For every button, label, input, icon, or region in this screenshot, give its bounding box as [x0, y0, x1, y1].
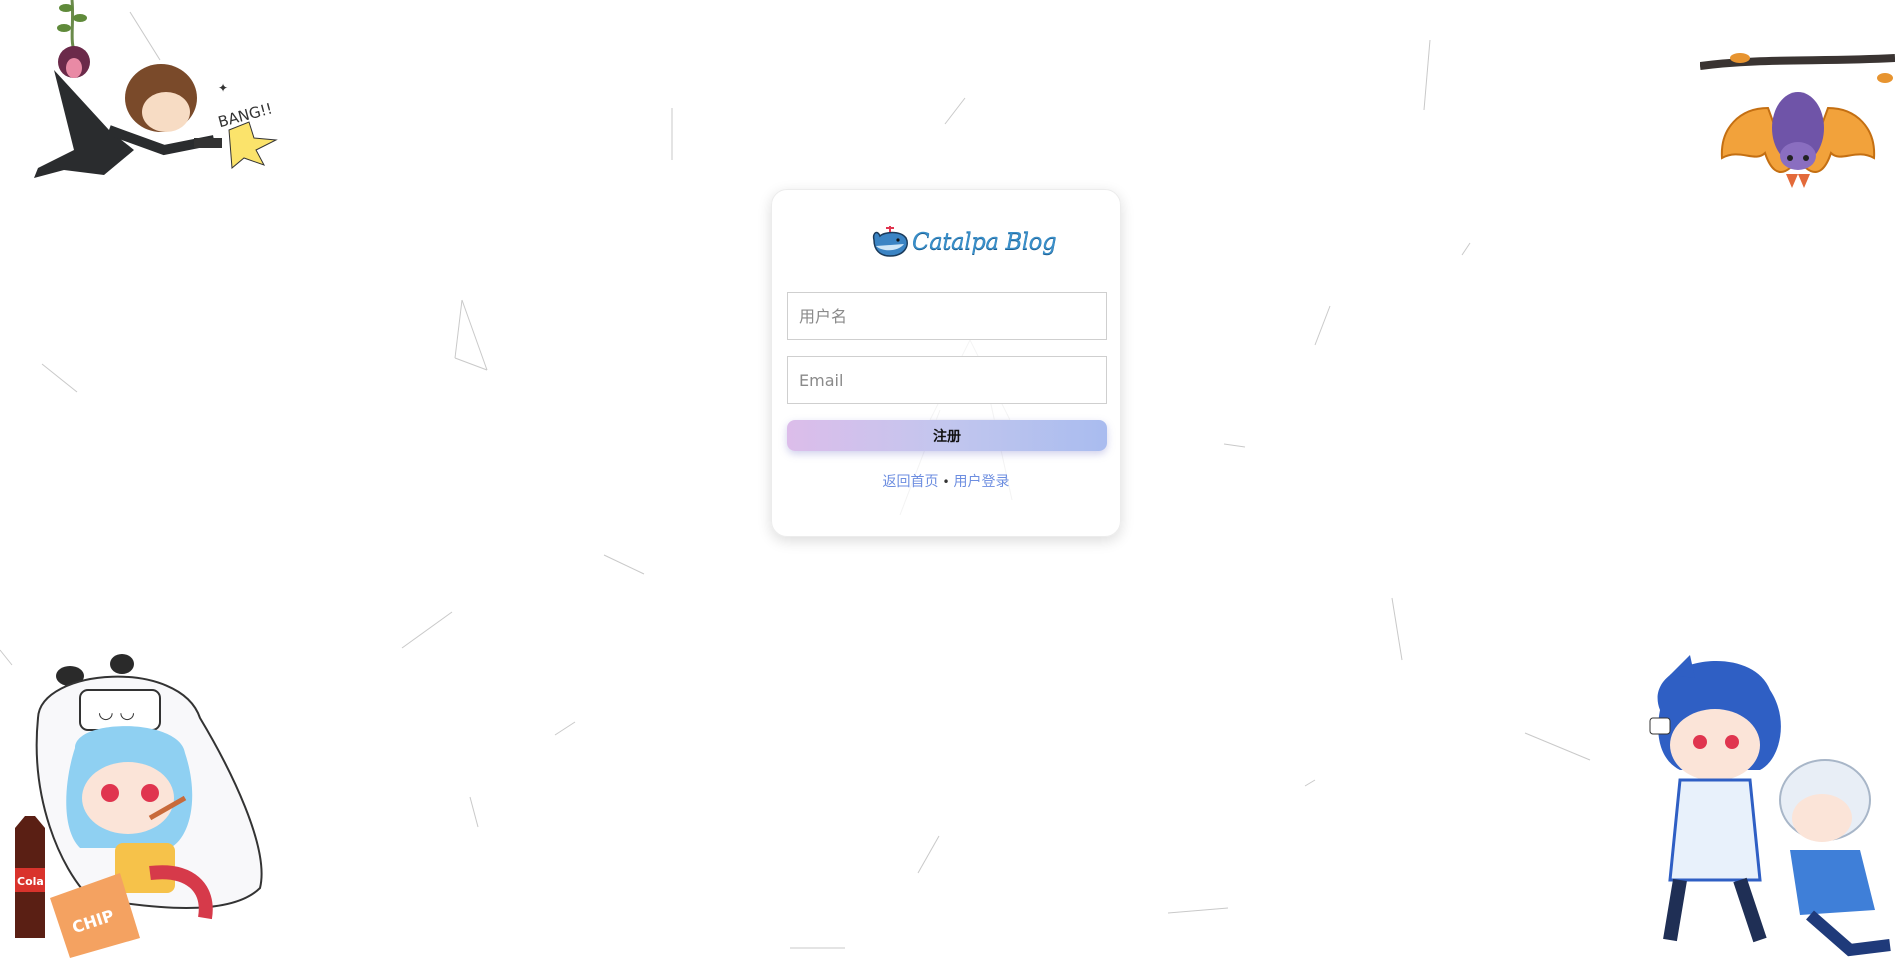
snack-girl-icon: ◡ ◡ Cola CHIP — [15, 654, 263, 958]
gunner-character-icon: BANG!! ✦ — [34, 0, 278, 178]
site-logo-text: Catalpa Blog — [912, 229, 1057, 255]
running-boys-icon — [1649, 655, 1891, 957]
site-logo[interactable]: Catalpa Blog — [870, 222, 1057, 262]
back-home-link[interactable]: 返回首页 — [882, 474, 938, 490]
cola-label: Cola — [17, 875, 44, 888]
username-field[interactable] — [787, 292, 1107, 340]
whale-icon — [872, 226, 908, 257]
auth-links: 返回首页 • 用户登录 — [772, 471, 1120, 491]
email-field[interactable] — [787, 356, 1107, 404]
link-separator: • — [942, 475, 950, 489]
svg-text:✦: ✦ — [218, 81, 228, 95]
hanging-bat-icon — [1700, 53, 1895, 188]
svg-text:◡ ◡: ◡ ◡ — [98, 702, 135, 723]
register-card: Catalpa Blog 注册 返回首页 • 用户登录 — [771, 189, 1121, 537]
user-login-link[interactable]: 用户登录 — [954, 474, 1010, 490]
register-button[interactable]: 注册 — [787, 420, 1107, 451]
